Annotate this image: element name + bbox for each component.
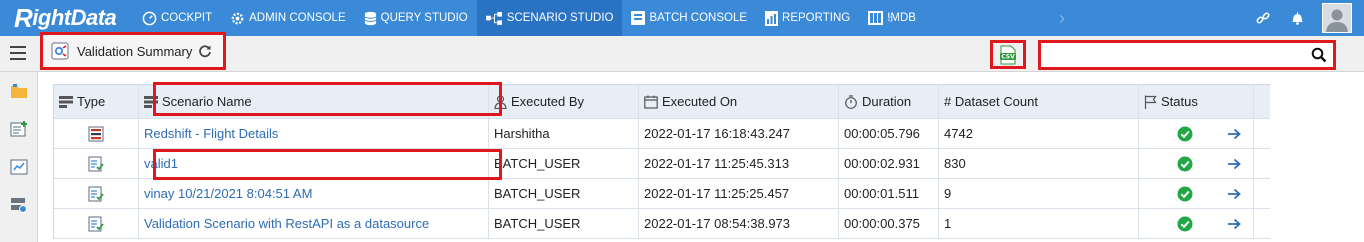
rail-folder[interactable] <box>0 72 38 110</box>
top-right-actions <box>1246 0 1364 36</box>
page-title: Validation Summary <box>77 43 193 59</box>
validation-icon <box>88 186 104 201</box>
arrow-right-icon[interactable] <box>1227 128 1241 140</box>
link-icon[interactable] <box>1246 0 1280 36</box>
success-check-icon <box>1177 216 1193 231</box>
bell-icon[interactable] <box>1280 0 1314 36</box>
table-row[interactable]: Redshift - Flight Details Harshitha 2022… <box>54 119 1270 149</box>
column-header-dataset-count[interactable]: # Dataset Count <box>939 85 1139 118</box>
validation-icon <box>88 216 104 231</box>
nav-reporting[interactable]: REPORTING <box>756 0 859 36</box>
left-rail <box>0 72 38 242</box>
nav-cockpit[interactable]: COCKPIT <box>133 0 221 36</box>
dashboard-icon <box>10 159 28 175</box>
highlight-box-scenario-header <box>153 82 502 116</box>
type-column-icon <box>59 95 73 108</box>
arrow-right-icon[interactable] <box>1227 158 1241 170</box>
batch-icon <box>631 11 646 25</box>
nav-scroll-right-icon[interactable]: › <box>1059 8 1065 29</box>
nav-scenario-studio[interactable]: SCENARIO STUDIO <box>476 0 623 36</box>
validation-summary-icon <box>51 42 69 60</box>
arrow-right-icon[interactable] <box>1227 218 1241 230</box>
flag-icon <box>1144 95 1157 109</box>
gear-icon <box>231 12 244 24</box>
table-row[interactable]: vinay 10/21/2021 8:04:51 AM BATCH_USER 2… <box>54 179 1270 209</box>
validation-summary-selector[interactable]: Validation Summary <box>40 32 226 70</box>
hamburger-menu-icon[interactable] <box>10 46 26 64</box>
calendar-icon <box>644 95 658 109</box>
nav-query-studio[interactable]: QUERY STUDIO <box>355 0 477 36</box>
search-input[interactable] <box>1045 43 1305 67</box>
nav-scroll-left-icon[interactable]: ‹ <box>887 8 893 29</box>
refresh-icon[interactable] <box>198 44 212 58</box>
folder-icon <box>11 84 27 98</box>
workflow-icon <box>485 11 502 25</box>
stopwatch-icon <box>845 94 857 109</box>
arrow-right-icon[interactable] <box>1227 188 1241 200</box>
csv-icon: CSV <box>1000 45 1016 64</box>
column-header-duration[interactable]: Duration <box>839 85 939 118</box>
success-check-icon <box>1177 186 1193 201</box>
column-header-executed-on[interactable]: Executed On <box>639 85 839 118</box>
rail-dashboard[interactable] <box>0 148 38 186</box>
column-header-status[interactable]: Status <box>1139 85 1254 118</box>
user-avatar[interactable] <box>1322 3 1352 33</box>
scenario-name-link[interactable]: Redshift - Flight Details <box>139 119 489 148</box>
gauge-icon <box>142 11 157 25</box>
svg-text:CSV: CSV <box>1001 53 1015 60</box>
nav-batch-console[interactable]: BATCH CONSOLE <box>622 0 756 36</box>
scenario-name-link[interactable]: Validation Scenario with RestAPI as a da… <box>139 209 489 238</box>
report-icon <box>765 10 779 26</box>
settings-sliders-icon <box>11 198 27 213</box>
column-header-executed-by[interactable]: Executed By <box>489 85 639 118</box>
scenario-report-icon <box>88 126 104 141</box>
search-icon[interactable] <box>1311 47 1327 63</box>
highlight-box-valid1 <box>153 149 502 180</box>
nav-admin-console[interactable]: ADMIN CONSOLE <box>221 0 355 36</box>
search-field[interactable] <box>1038 40 1336 70</box>
imdb-icon <box>868 11 884 25</box>
rail-add-scenario[interactable] <box>0 110 38 148</box>
table-row[interactable]: Validation Scenario with RestAPI as a da… <box>54 209 1270 239</box>
scenario-name-link[interactable]: vinay 10/21/2021 8:04:51 AM <box>139 179 489 208</box>
main-nav: COCKPIT ADMIN CONSOLE QUERY STUDIO SCENA… <box>133 0 925 36</box>
database-icon <box>364 11 376 25</box>
column-header-type[interactable]: Type <box>54 85 139 118</box>
validation-icon <box>88 156 104 171</box>
rail-settings[interactable] <box>0 186 38 224</box>
export-csv-button[interactable]: CSV <box>990 40 1026 69</box>
add-scenario-icon <box>10 121 27 137</box>
rightdata-logo[interactable]: RightData <box>14 3 117 33</box>
success-check-icon <box>1177 126 1193 141</box>
top-nav-bar: RightData COCKPIT ADMIN CONSOLE QUERY ST… <box>0 0 1364 36</box>
success-check-icon <box>1177 156 1193 171</box>
